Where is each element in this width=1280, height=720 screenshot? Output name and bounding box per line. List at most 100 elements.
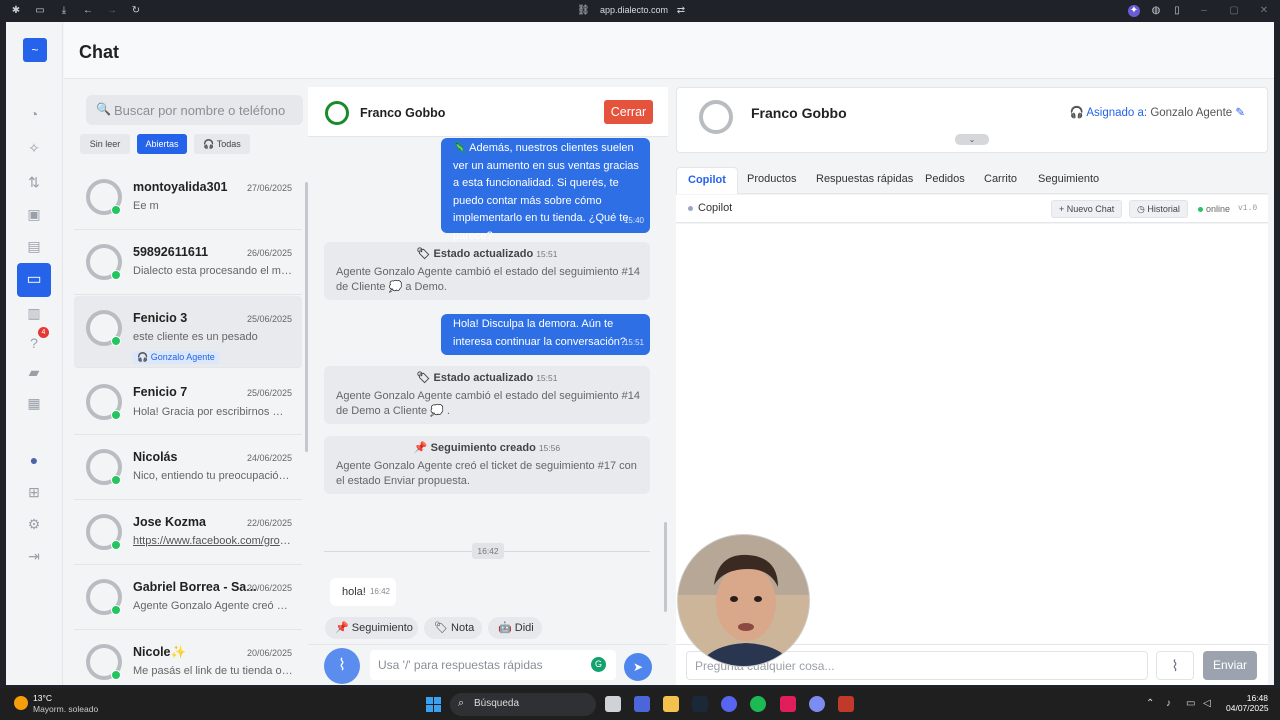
- conversation-item[interactable]: Fenicio 7 25/06/2025 Hola! Gracia por es…: [74, 370, 302, 435]
- conversation-list: montoyalida301 27/06/2025 Ee m 598926116…: [74, 165, 302, 685]
- assigned-agent[interactable]: 🎧 Asignado a: Gonzalo Agente ✎: [1069, 105, 1245, 119]
- microphone-icon[interactable]: ♪: [1166, 698, 1171, 709]
- note-icon: 🏷: [434, 622, 452, 634]
- incoming-message: hola! 16:42: [330, 578, 396, 606]
- chat-icon[interactable]: ▭: [17, 263, 51, 297]
- send-button[interactable]: Enviar: [1203, 651, 1257, 680]
- grammarly-icon[interactable]: G: [591, 657, 606, 672]
- minimize-icon[interactable]: –: [1198, 5, 1210, 17]
- tab-cart[interactable]: Carrito: [984, 173, 1017, 185]
- taskbar-search[interactable]: ⌕ Búsqueda: [450, 693, 596, 716]
- slack-icon[interactable]: [780, 696, 796, 712]
- address-bar[interactable]: app.dialecto.com: [600, 5, 668, 15]
- tab-copilot[interactable]: Copilot: [676, 167, 738, 194]
- new-chat-button[interactable]: + Nuevo Chat: [1051, 200, 1123, 218]
- sort-icon[interactable]: ⇅: [24, 172, 44, 192]
- conversation-name: Nicole✨: [133, 645, 187, 659]
- conversation-name: montoyalida301: [133, 180, 228, 194]
- send-icon[interactable]: ➤: [624, 653, 652, 681]
- conversation-name: 59892611611: [133, 245, 209, 259]
- conversation-item-selected[interactable]: Fenicio 3 25/06/2025 este cliente es un …: [74, 296, 302, 368]
- conversation-item[interactable]: Gabriel Borrea - Sa... 20/06/2025 Agente…: [74, 565, 302, 630]
- app-logo[interactable]: ~: [23, 38, 47, 62]
- filter-all-button[interactable]: 🎧 Todas: [194, 134, 250, 154]
- tab-orders[interactable]: Pedidos: [925, 173, 965, 185]
- tray-chevron-icon[interactable]: ⌃: [1146, 698, 1154, 709]
- filter-unread-button[interactable]: Sin leer: [80, 134, 130, 154]
- contact-name: Franco Gobbo: [751, 105, 847, 121]
- conversation-preview-link[interactable]: https://www.facebook.com/groups/...: [133, 535, 293, 547]
- extension-icon[interactable]: ✦: [1128, 5, 1140, 17]
- close-window-icon[interactable]: ✕: [1258, 5, 1270, 17]
- maximize-icon[interactable]: ▢: [1228, 5, 1240, 17]
- chat-scrollbar[interactable]: [664, 522, 667, 612]
- webcam-overlay: [677, 534, 810, 667]
- conversation-date: 25/06/2025: [246, 314, 292, 324]
- conversation-item[interactable]: 59892611611 26/06/2025 Dialecto esta pro…: [74, 230, 302, 295]
- note-label: Nota: [451, 622, 475, 634]
- windows-start-icon[interactable]: [426, 697, 441, 712]
- file-explorer-icon[interactable]: [663, 696, 679, 712]
- copilot-app-icon[interactable]: [634, 696, 650, 712]
- edit-icon[interactable]: ✎: [1235, 107, 1245, 119]
- analytics-icon[interactable]: ▦: [24, 393, 44, 413]
- conversation-item[interactable]: Nicolás 24/06/2025 Nico, entiendo tu pre…: [74, 435, 302, 500]
- headset-icon: 🎧: [137, 352, 151, 362]
- browser-menu-icon[interactable]: ✱: [10, 5, 22, 17]
- conversation-item[interactable]: montoyalida301 27/06/2025 Ee m: [74, 165, 302, 230]
- steam-icon[interactable]: [692, 696, 708, 712]
- history-button[interactable]: ◷ Historial: [1129, 200, 1188, 218]
- note-button[interactable]: 🏷 Nota: [424, 617, 482, 639]
- globe-icon[interactable]: ◍: [1150, 5, 1162, 17]
- sidebar-toggle-icon[interactable]: ▭: [34, 5, 46, 17]
- app-window: ~ ◔ ✧ ⇅ ▣ ▤ ▭ ▥ ? 4 ▰ ▦ ● ⊞ ⚙ ⇥ Chat 🔍 S…: [6, 22, 1274, 685]
- apps-icon[interactable]: ⊞: [24, 482, 44, 502]
- tag-icon: 🏷: [416, 372, 434, 384]
- forward-icon[interactable]: →: [106, 5, 118, 17]
- outgoing-message: 🦎 Además, nuestros clientes suelen ver u…: [441, 138, 650, 242]
- contacts-icon[interactable]: ▣: [24, 204, 44, 224]
- message-input[interactable]: [378, 655, 583, 675]
- tab-products[interactable]: Productos: [747, 173, 797, 185]
- attach-icon[interactable]: ⌇: [1156, 651, 1194, 680]
- didi-button[interactable]: 🤖 Didi: [488, 617, 542, 639]
- attach-icon[interactable]: ⌇: [324, 648, 360, 684]
- whatsapp-icon: [111, 270, 121, 280]
- logout-icon[interactable]: ⇥: [24, 546, 44, 566]
- tune-icon[interactable]: ⇄: [675, 5, 687, 17]
- discord-icon[interactable]: [721, 696, 737, 712]
- download-icon[interactable]: ⤓: [58, 5, 70, 17]
- contact-status-ring: [325, 101, 349, 125]
- bot-icon[interactable]: ▰: [24, 362, 44, 382]
- volume-icon[interactable]: ◁: [1203, 698, 1211, 709]
- reload-icon[interactable]: ↻: [130, 5, 142, 17]
- chevron-down-icon[interactable]: ⌄: [955, 134, 989, 145]
- globe-nav-icon[interactable]: ●: [24, 450, 44, 470]
- split-view-icon[interactable]: ▯: [1171, 5, 1183, 17]
- didi-label: Didi: [514, 622, 534, 634]
- event-title-text: Estado actualizado: [433, 372, 534, 384]
- followup-button[interactable]: 📌 Seguimiento: [325, 617, 418, 639]
- conversation-item[interactable]: Jose Kozma 22/06/2025 https://www.facebo…: [74, 500, 302, 565]
- settings-icon[interactable]: ⚙: [24, 514, 44, 534]
- conversation-item[interactable]: Nicole✨ 20/06/2025 Me pasás el link de t…: [74, 630, 302, 685]
- close-chat-button[interactable]: Cerrar: [604, 100, 653, 124]
- tab-followup[interactable]: Seguimiento: [1038, 173, 1099, 185]
- system-event: 📌 Seguimiento creado 15:56 Agente Gonzalo…: [324, 436, 650, 494]
- sparkle-icon[interactable]: ✧: [24, 138, 44, 158]
- network-icon[interactable]: ▭: [1186, 698, 1195, 709]
- search-input[interactable]: [114, 99, 294, 121]
- task-view-icon[interactable]: [605, 696, 621, 712]
- app-icon[interactable]: [838, 696, 854, 712]
- whatsapp-icon: [111, 605, 121, 615]
- ticket-icon[interactable]: ▥: [24, 303, 44, 323]
- dashboard-icon[interactable]: ◔: [24, 104, 44, 124]
- browser-app-icon[interactable]: [809, 696, 825, 712]
- filter-open-button[interactable]: Abiertas: [137, 134, 187, 154]
- message-icon[interactable]: ▤: [24, 236, 44, 256]
- system-clock[interactable]: 16:48 04/07/2025: [1226, 693, 1269, 713]
- system-event: 🏷 Estado actualizado 15:51 Agente Gonzalo…: [324, 366, 650, 424]
- tab-quick-replies[interactable]: Respuestas rápidas: [816, 173, 913, 185]
- spotify-icon[interactable]: [750, 696, 766, 712]
- back-icon[interactable]: ←: [82, 5, 94, 17]
